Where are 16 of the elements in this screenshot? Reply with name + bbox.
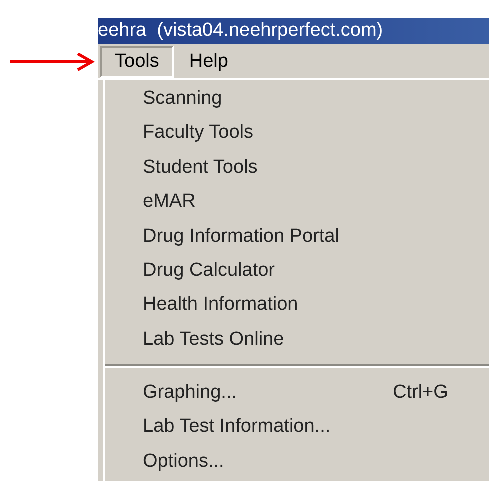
menu-item[interactable]: Faculty Tools [143, 119, 393, 148]
menu-item[interactable]: Options... [143, 448, 393, 476]
menu-item[interactable]: eMAR [143, 188, 393, 217]
menu-item[interactable]: Student Tools [143, 154, 393, 182]
window-title: eehra (vista04.neehrperfect.com) [98, 18, 489, 44]
menu-item[interactable]: Help [174, 46, 244, 78]
shortcut-label: Ctrl+G [393, 381, 448, 406]
menu-item[interactable]: Drug Calculator [143, 256, 393, 286]
menu-item[interactable]: Lab Tests Online [143, 326, 393, 354]
menu-item[interactable]: Scanning [143, 84, 393, 114]
menu-item[interactable]: Graphing... [143, 379, 393, 408]
menu-item[interactable]: Tools [100, 46, 174, 78]
menu-item[interactable]: Lab Test Information... [143, 413, 393, 442]
arrow-icon [10, 52, 95, 71]
menu-item[interactable]: Drug Information Portal [143, 222, 393, 251]
menu-item[interactable]: Health Information [143, 291, 393, 320]
